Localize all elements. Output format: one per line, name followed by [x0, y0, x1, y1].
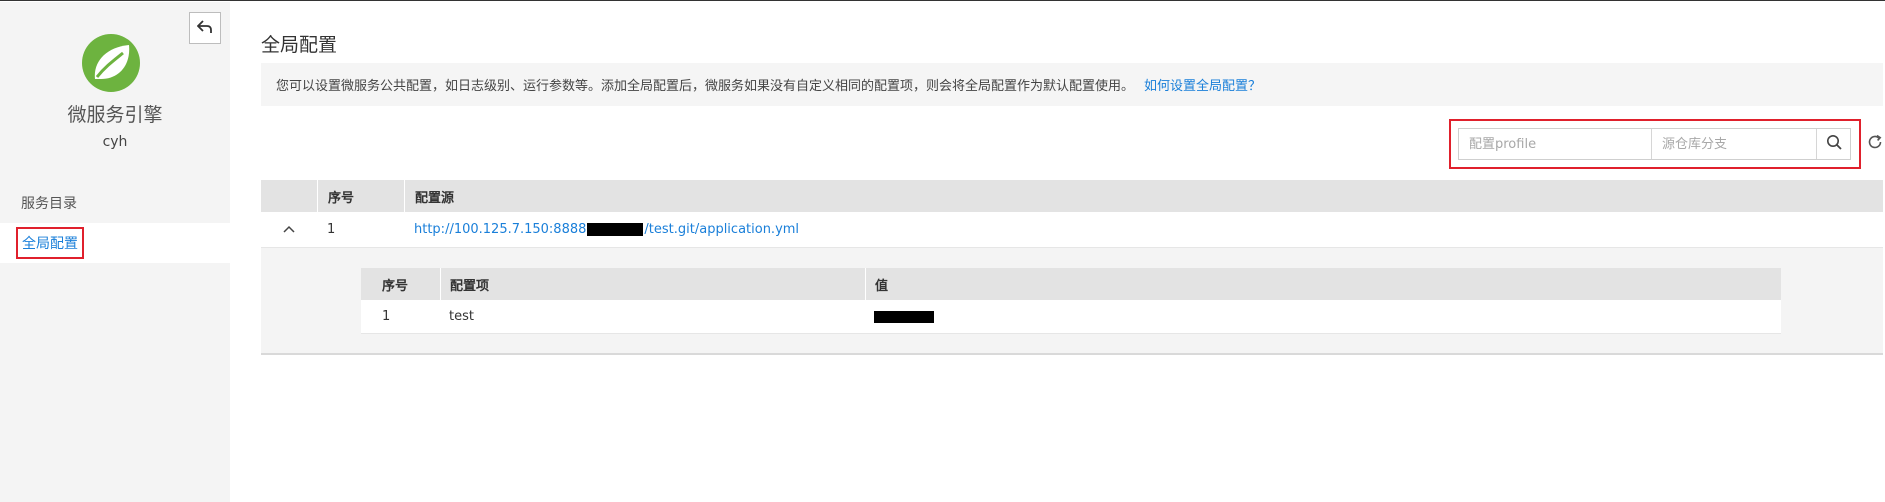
- help-link[interactable]: 如何设置全局配置？: [1144, 75, 1261, 94]
- row-index: 1: [327, 222, 336, 237]
- detail-table-header: 序号 配置项 值: [361, 268, 1781, 300]
- info-text: 您可以设置微服务公共配置，如日志级别、运行参数等。添加全局配置后，微服务如果没有…: [276, 79, 1135, 94]
- page-title: 全局配置: [261, 34, 338, 56]
- table-row: 1 http://100.125.7.150:8888/test.git/app…: [261, 212, 1883, 248]
- source-url-suffix[interactable]: /test.git/application.yml: [644, 222, 799, 237]
- config-source-link[interactable]: http://100.125.7.150:8888/test.git/appli…: [404, 222, 1883, 237]
- table-header: 序号 配置源: [261, 180, 1883, 212]
- column-header-index: 序号: [382, 278, 409, 294]
- collapse-toggle[interactable]: [261, 222, 317, 237]
- nav-item-label: 服务目录: [21, 196, 77, 212]
- config-value: [865, 309, 1781, 324]
- info-banner: 您可以设置微服务公共配置，如日志级别、运行参数等。添加全局配置后，微服务如果没有…: [261, 63, 1883, 106]
- nav-item-global-config[interactable]: 全局配置: [0, 223, 230, 263]
- refresh-icon: [1867, 134, 1883, 154]
- column-header-source: 配置源: [404, 180, 1883, 212]
- app-name: 微服务引擎: [67, 104, 163, 126]
- refresh-button[interactable]: [1864, 133, 1885, 155]
- profile-input[interactable]: [1459, 129, 1652, 159]
- spring-logo-icon: [81, 33, 141, 93]
- column-header-index: 序号: [317, 180, 404, 212]
- row-index: 1: [382, 309, 391, 324]
- back-button[interactable]: [189, 12, 221, 44]
- column-header-key: 配置项: [440, 268, 865, 300]
- back-arrow-icon: [196, 19, 213, 38]
- config-key: test: [449, 309, 474, 324]
- search-button[interactable]: [1817, 129, 1850, 159]
- search-icon: [1826, 134, 1842, 154]
- user-name: cyh: [102, 134, 128, 150]
- redaction-block: [874, 310, 934, 323]
- filter-group: [1449, 119, 1861, 169]
- table-row: 1 test: [361, 300, 1781, 334]
- column-header-value: 值: [865, 268, 1781, 300]
- branch-input[interactable]: [1652, 129, 1817, 159]
- sidebar: 微服务引擎 cyh 服务目录 全局配置: [0, 2, 230, 502]
- chevron-up-icon: [283, 222, 295, 237]
- config-source-table: 序号 配置源 1 http://100.125.7.150:8888/test.…: [261, 180, 1883, 355]
- expanded-detail: 序号 配置项 值 1 test: [261, 248, 1883, 355]
- config-items-table: 序号 配置项 值 1 test: [361, 268, 1781, 334]
- nav-item-label: 全局配置: [16, 227, 84, 259]
- redaction-block: [587, 223, 644, 236]
- nav-item-service-catalog[interactable]: 服务目录: [0, 183, 230, 223]
- source-url-prefix[interactable]: http://100.125.7.150:8888: [414, 222, 586, 237]
